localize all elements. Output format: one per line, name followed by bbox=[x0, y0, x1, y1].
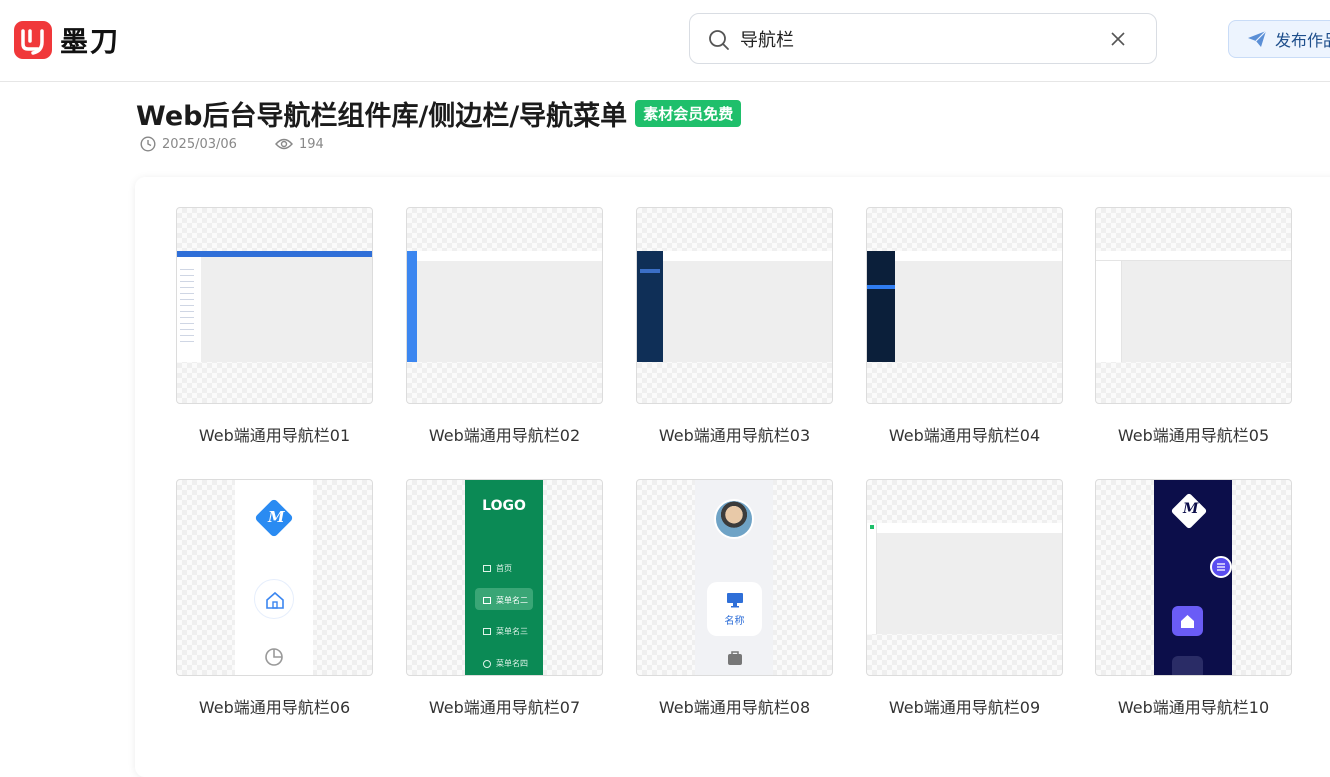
component-card[interactable]: Web端通用导航栏09 bbox=[866, 479, 1063, 718]
component-card[interactable]: Web端通用导航栏03 bbox=[636, 207, 833, 446]
view-count: 194 bbox=[298, 136, 324, 152]
nav-menu-item: 菜单名四 bbox=[483, 658, 528, 669]
component-card[interactable]: Web端通用导航栏02 bbox=[406, 207, 603, 446]
logo-mark-icon bbox=[14, 21, 52, 59]
component-thumbnail[interactable]: LOGO 首页 菜单名二 菜单名三 菜单名四 bbox=[406, 479, 603, 676]
card-label: Web端通用导航栏07 bbox=[428, 698, 581, 717]
nav-tile-label: 名称 bbox=[724, 616, 745, 627]
calendar-icon bbox=[483, 597, 491, 604]
card-label: Web端通用导航栏05 bbox=[1117, 426, 1270, 445]
bag-icon bbox=[727, 650, 743, 670]
search-box bbox=[689, 13, 1157, 64]
component-card[interactable]: Web端通用导航栏04 bbox=[866, 207, 1063, 446]
nav-menu-item: 首页 bbox=[483, 563, 512, 574]
card-label: Web端通用导航栏03 bbox=[658, 426, 811, 445]
publish-date: 2025/03/06 bbox=[162, 136, 237, 152]
app-logo[interactable]: 墨刀 bbox=[14, 20, 120, 60]
component-thumbnail[interactable]: M bbox=[176, 479, 373, 676]
component-thumbnail[interactable] bbox=[866, 479, 1063, 676]
date-meta: 2025/03/06 bbox=[140, 136, 237, 152]
home-icon bbox=[483, 565, 491, 572]
paper-plane-icon bbox=[1248, 30, 1267, 47]
card-label: Web端通用导航栏10 bbox=[1117, 698, 1270, 717]
component-card[interactable]: Web端通用导航栏01 bbox=[176, 207, 373, 446]
component-thumbnail[interactable] bbox=[176, 207, 373, 404]
search-input[interactable] bbox=[740, 26, 1100, 52]
box-icon bbox=[483, 628, 491, 635]
component-card[interactable]: LOGO 首页 菜单名二 菜单名三 菜单名四 Web端通用导航栏07 bbox=[406, 479, 603, 718]
card-label: Web端通用导航栏09 bbox=[888, 698, 1041, 717]
card-label: Web端通用导航栏06 bbox=[198, 698, 351, 717]
bag-icon bbox=[1172, 656, 1203, 675]
views-meta: 194 bbox=[275, 137, 324, 152]
home-icon bbox=[254, 579, 294, 619]
top-header: 墨刀 发布作品 bbox=[0, 0, 1330, 82]
avatar bbox=[714, 499, 754, 539]
card-label: Web端通用导航栏01 bbox=[198, 426, 351, 445]
nav-logo-text: LOGO bbox=[482, 498, 526, 514]
search-icon bbox=[708, 29, 730, 55]
pie-chart-icon bbox=[263, 646, 285, 672]
logo-text: 墨刀 bbox=[60, 25, 121, 58]
meta-row: 2025/03/06 194 bbox=[140, 136, 362, 152]
card-label: Web端通用导航栏02 bbox=[428, 426, 581, 445]
home-icon bbox=[1172, 606, 1203, 636]
clock-icon bbox=[140, 136, 156, 152]
eye-icon bbox=[275, 138, 293, 150]
publish-label: 发布作品 bbox=[1275, 31, 1330, 50]
card-label: Web端通用导航栏04 bbox=[888, 426, 1041, 445]
monitor-icon bbox=[726, 592, 744, 612]
nav-menu-item: 菜单名二 bbox=[483, 595, 528, 606]
component-card[interactable]: M Web端通用导航栏06 bbox=[176, 479, 373, 718]
title-row: Web后台导航栏组件库/侧边栏/导航菜单 素材会员免费 bbox=[136, 94, 742, 133]
nav-menu-item: 菜单名三 bbox=[483, 626, 528, 637]
clear-icon[interactable] bbox=[1110, 31, 1126, 51]
page-title: Web后台导航栏组件库/侧边栏/导航菜单 bbox=[136, 101, 628, 132]
component-thumbnail[interactable] bbox=[406, 207, 603, 404]
component-card[interactable]: M Web端通用导航栏10 bbox=[1095, 479, 1292, 718]
card-label: Web端通用导航栏08 bbox=[658, 698, 811, 717]
component-card[interactable]: 名称 Web端通用导航栏08 bbox=[636, 479, 833, 718]
menu-toggle-icon[interactable] bbox=[1210, 556, 1232, 578]
component-thumbnail[interactable] bbox=[866, 207, 1063, 404]
publish-button[interactable]: 发布作品 bbox=[1228, 20, 1330, 58]
component-thumbnail[interactable] bbox=[1095, 207, 1292, 404]
member-free-badge: 素材会员免费 bbox=[635, 100, 742, 127]
component-card[interactable]: Web端通用导航栏05 bbox=[1095, 207, 1292, 446]
pie-chart-icon bbox=[483, 659, 491, 668]
component-thumbnail[interactable] bbox=[636, 207, 833, 404]
components-panel: Web端通用导航栏01 Web端通用导航栏02 Web端通用导航栏03 Web端… bbox=[135, 177, 1330, 777]
component-thumbnail[interactable]: M bbox=[1095, 479, 1292, 676]
component-thumbnail[interactable]: 名称 bbox=[636, 479, 833, 676]
